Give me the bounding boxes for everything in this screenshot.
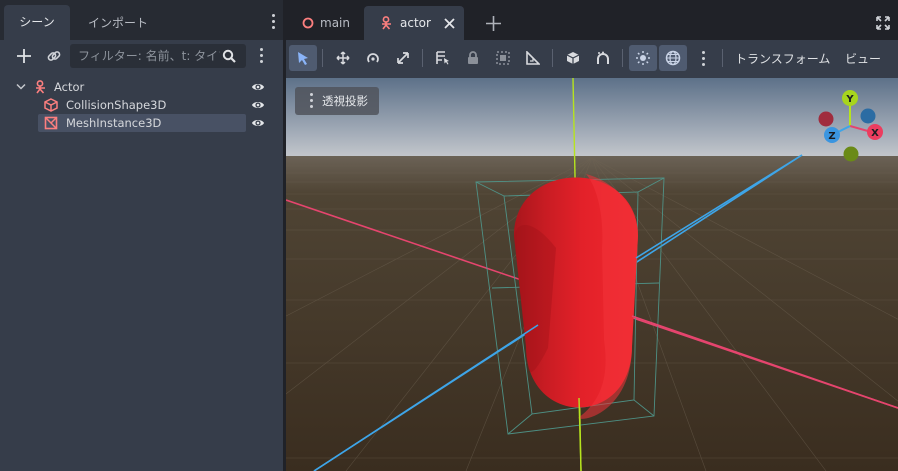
rotate-tool-button[interactable] <box>359 45 387 71</box>
ruler-button[interactable] <box>519 45 547 71</box>
tree-item-meshinstance3d[interactable]: MeshInstance3D <box>6 114 276 132</box>
viewport-scene[interactable]: Y X Z <box>286 78 898 471</box>
scene-tab-bar: main actor <box>286 0 898 40</box>
rotate-icon <box>367 53 379 63</box>
tree-item-label: MeshInstance3D <box>66 116 162 130</box>
scene-toolbar <box>0 40 283 74</box>
chevron-down-icon[interactable] <box>16 83 26 91</box>
select-tool-button[interactable] <box>289 45 317 71</box>
move-icon <box>336 51 350 65</box>
viewport-menu-icon <box>310 93 314 109</box>
viewport-3d[interactable]: Y X Z 透視投影 <box>286 78 898 471</box>
mesh-instance-icon <box>44 116 58 130</box>
perspective-label: 透視投影 <box>322 94 368 108</box>
link-icon[interactable] <box>46 48 62 64</box>
environment-menu-icon[interactable] <box>702 51 706 67</box>
sun-icon <box>636 51 650 65</box>
visibility-eye-icon[interactable] <box>251 99 265 111</box>
select-arrow-icon <box>298 52 308 65</box>
scene-tree: Actor CollisionShape3D MeshInstance3D <box>6 78 276 132</box>
cube-icon <box>566 52 580 64</box>
filter-input[interactable] <box>70 44 246 68</box>
actor-icon <box>382 16 391 30</box>
tab-label: main <box>320 16 350 30</box>
transform-menu[interactable]: トランスフォーム <box>735 40 830 78</box>
tree-item-collisionshape3d[interactable]: CollisionShape3D <box>6 96 276 114</box>
gizmo-y-label: Y <box>845 94 854 105</box>
move-tool-button[interactable] <box>329 45 357 71</box>
tab-actor[interactable]: actor <box>364 6 464 40</box>
group-button[interactable] <box>489 45 517 71</box>
perspective-menu-button[interactable]: 透視投影 <box>295 87 379 115</box>
dock-menu-icon[interactable] <box>272 14 276 30</box>
group-icon <box>496 51 510 65</box>
snap-button[interactable] <box>589 45 617 71</box>
list-select-icon <box>436 51 449 65</box>
lock-icon <box>468 51 478 64</box>
add-node-icon[interactable] <box>16 48 32 64</box>
preview-environment-button[interactable] <box>659 45 687 71</box>
close-icon[interactable] <box>444 18 455 29</box>
view-menu[interactable]: ビュー <box>845 40 881 78</box>
ring-icon <box>302 17 314 29</box>
lock-button[interactable] <box>459 45 487 71</box>
ruler-icon <box>526 51 540 65</box>
scale-icon <box>397 52 409 64</box>
search-icon <box>222 49 236 63</box>
new-tab-plus-icon[interactable] <box>486 16 501 31</box>
main-editor: main actor トランスフォーム ビュー Y X Z 透視投影 <box>286 0 898 471</box>
preview-sun-button[interactable] <box>629 45 657 71</box>
scale-tool-button[interactable] <box>389 45 417 71</box>
actor-icon <box>36 80 45 94</box>
tree-item-label: CollisionShape3D <box>66 98 167 112</box>
list-select-button[interactable] <box>429 45 457 71</box>
dock-tab-bar: シーン インポート <box>0 0 283 40</box>
viewport-toolbar: トランスフォーム ビュー <box>286 40 898 78</box>
gizmo-z-label: Z <box>828 131 835 142</box>
tab-main[interactable]: main <box>292 6 364 40</box>
collision-shape-icon <box>44 98 58 112</box>
tab-import[interactable]: インポート <box>78 6 158 40</box>
distraction-free-icon[interactable] <box>876 16 890 30</box>
tree-item-label: Actor <box>54 80 85 94</box>
visibility-eye-icon[interactable] <box>251 117 265 129</box>
tab-scene[interactable]: シーン <box>4 5 70 40</box>
visibility-eye-icon[interactable] <box>251 81 265 93</box>
local-space-button[interactable] <box>559 45 587 71</box>
globe-icon <box>665 50 681 66</box>
magnet-icon <box>597 51 609 64</box>
tree-item-actor[interactable]: Actor <box>6 78 276 96</box>
scene-menu-icon[interactable] <box>260 48 264 64</box>
tab-label: actor <box>400 16 431 30</box>
scene-dock: シーン インポート Actor <box>0 0 283 471</box>
gizmo-x-label: X <box>871 128 879 139</box>
